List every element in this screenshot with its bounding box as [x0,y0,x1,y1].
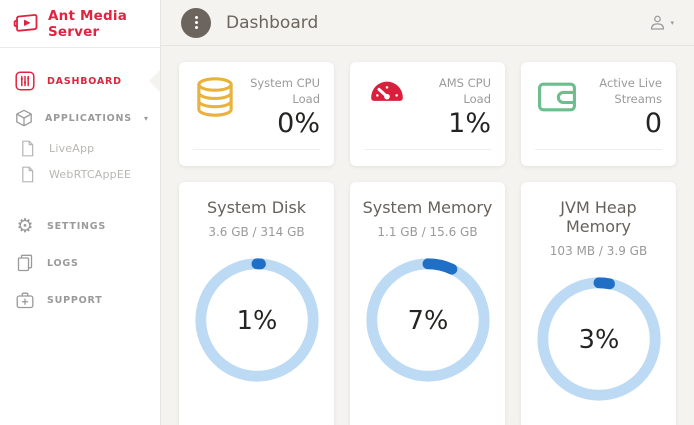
file-icon [17,140,37,157]
donut-chart: 3% [529,270,668,412]
divider [364,149,491,160]
stat-label: AMS CPU Load [409,75,491,107]
dashboard-icon [15,71,35,91]
sidebar-item-logs[interactable]: LOGS [0,246,160,280]
gear-icon: ⚙ [15,217,35,236]
logo-text: Ant Media Server [48,8,150,40]
sidebar-item-label: SETTINGS [47,221,106,232]
page-title: Dashboard [226,13,318,33]
sidebar-item-dashboard[interactable]: DASHBOARD [0,64,160,98]
stats-row: System CPU Load 0% [179,62,676,166]
stat-value: 0% [237,108,320,139]
dashboard-content: System CPU Load 0% [161,46,694,425]
gauges-row: System Disk 3.6 GB / 314 GB 1% System Me… [179,182,676,425]
gauge-percent: 3% [578,325,619,355]
donut-chart: 7% [358,251,497,393]
donut-chart: 1% [187,251,326,393]
gauge-title: System Memory [358,198,497,217]
gauge-icon [364,75,409,115]
sidebar-item-label: LOGS [47,258,79,269]
sidebar-item-label: SUPPORT [47,295,103,306]
sidebar-item-webrtcappee[interactable]: WebRTCAppEE [0,161,160,187]
support-icon [15,291,35,309]
user-icon [647,13,667,32]
stat-label: System CPU Load [237,75,320,107]
stat-label: Active Live Streams [579,75,662,107]
sidebar: Ant Media Server DASHBOARD [0,0,160,425]
sidebar-item-label: LiveApp [49,142,94,155]
stat-value: 1% [409,108,491,139]
logs-icon [15,254,35,272]
ant-media-logo-icon [12,12,40,36]
stat-card-system-cpu-load: System CPU Load 0% [179,62,334,166]
sidebar-nav: DASHBOARD APPLICATIONS ▾ [0,48,160,317]
sidebar-item-label: DASHBOARD [47,76,122,87]
file-icon [17,166,37,183]
top-header: Dashboard ▾ [161,0,694,46]
stat-value: 0 [579,108,662,139]
gauge-percent: 7% [407,306,448,336]
sidebar-item-support[interactable]: SUPPORT [0,283,160,317]
divider [535,149,662,160]
stat-card-ams-cpu-load: AMS CPU Load 1% [350,62,505,166]
wallet-icon [535,75,579,119]
gauge-title: JVM Heap Memory [529,198,668,236]
divider [193,149,320,160]
stat-card-active-live-streams: Active Live Streams 0 [521,62,676,166]
gauge-card-jvm-heap-memory: JVM Heap Memory 103 MB / 3.9 GB 3% [521,182,676,425]
chevron-down-icon: ▾ [670,19,674,27]
sidebar-item-label: APPLICATIONS [45,113,132,124]
sidebar-item-liveapp[interactable]: LiveApp [0,135,160,161]
gauge-detail: 1.1 GB / 15.6 GB [358,225,497,239]
kebab-menu-icon[interactable] [181,8,211,38]
gauge-card-system-disk: System Disk 3.6 GB / 314 GB 1% [179,182,334,425]
sidebar-item-label: WebRTCAppEE [49,168,131,181]
applications-icon [15,109,33,127]
app-window: Ant Media Server DASHBOARD [0,0,694,425]
sidebar-item-applications[interactable]: APPLICATIONS ▾ [0,101,160,135]
gauge-detail: 3.6 GB / 314 GB [187,225,326,239]
gauge-title: System Disk [187,198,326,217]
database-icon [193,75,237,119]
sidebar-item-settings[interactable]: ⚙ SETTINGS [0,209,160,243]
user-menu[interactable]: ▾ [647,13,674,32]
gauge-detail: 103 MB / 3.9 GB [529,244,668,258]
logo[interactable]: Ant Media Server [0,0,160,48]
gauge-percent: 1% [236,306,277,336]
chevron-down-icon: ▾ [144,114,148,123]
main-area: Dashboard ▾ [160,0,694,425]
gauge-card-system-memory: System Memory 1.1 GB / 15.6 GB 7% [350,182,505,425]
